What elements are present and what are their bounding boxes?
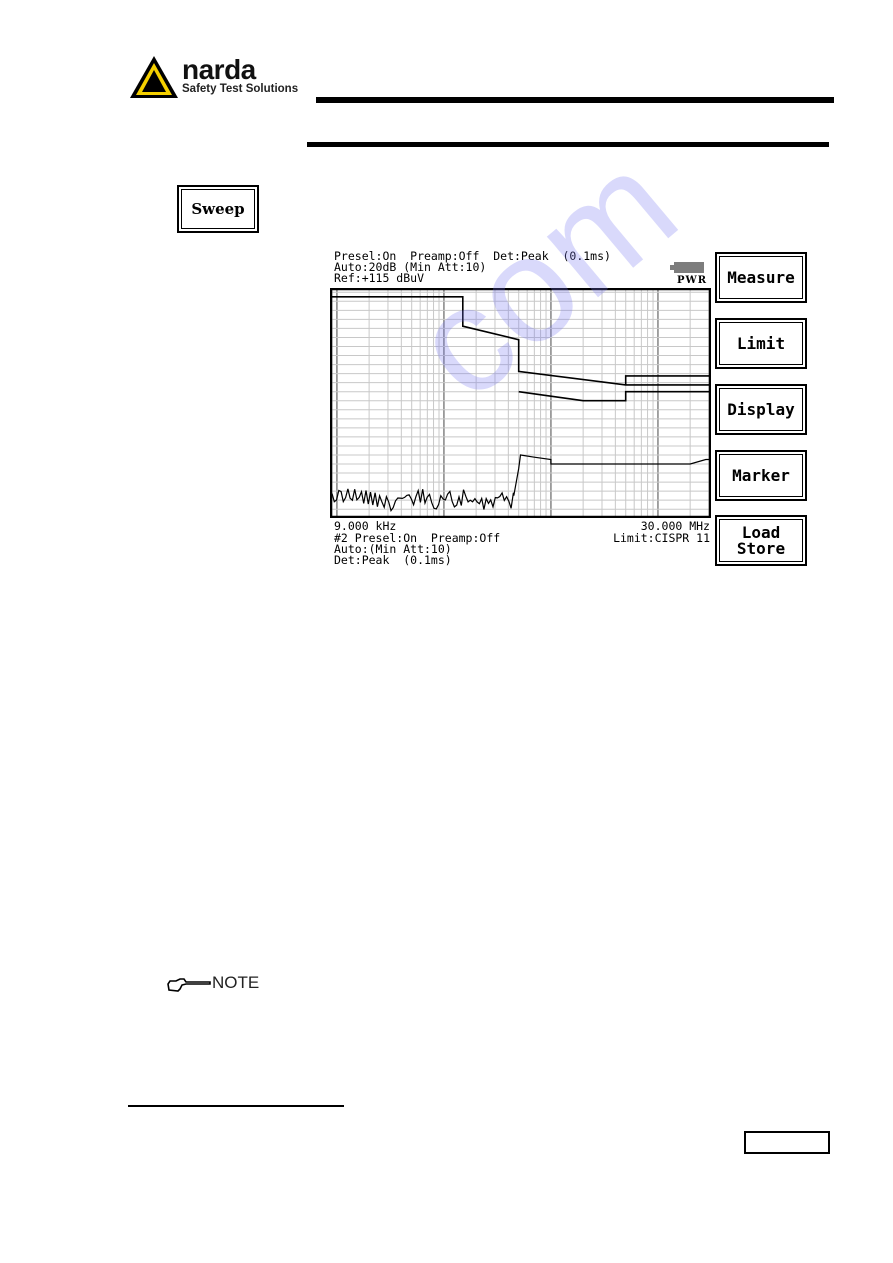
- series-measured-trace: [331, 454, 709, 512]
- measure-softkey[interactable]: Measure: [715, 252, 807, 303]
- brand-name: narda: [182, 54, 256, 85]
- section-rule: [307, 142, 829, 147]
- power-label: PWR: [677, 275, 708, 286]
- store-label: Store: [736, 538, 786, 558]
- series-limit-1-upper-step: [624, 375, 709, 385]
- load-store-softkey[interactable]: Load Store: [715, 515, 807, 566]
- limit-softkey[interactable]: Limit: [715, 318, 807, 369]
- header-reference-line: Ref:+115 dBuV: [334, 271, 425, 285]
- display-softkey[interactable]: Display: [715, 384, 807, 435]
- warning-triangle-icon: [130, 56, 178, 98]
- brand-tagline: Safety Test Solutions: [182, 83, 299, 95]
- header-rule: [316, 97, 834, 103]
- limit-name: Limit:CISPR 11: [613, 531, 710, 545]
- trace2-detector: Det:Peak (0.1ms): [334, 553, 452, 567]
- spectrum-plot: [330, 288, 711, 518]
- pointing-hand-icon: [167, 978, 211, 992]
- note-marker: NOTE: [166, 973, 276, 997]
- instrument-screen: Presel:On Preamp:Off Det:Peak (0.1ms) Au…: [330, 248, 810, 578]
- series-limit-2-lower-: [518, 390, 709, 402]
- footnote-rule: [128, 1105, 344, 1107]
- plot-grid: [331, 290, 710, 516]
- sweep-key[interactable]: Sweep: [177, 185, 259, 233]
- narda-logo: narda Safety Test Solutions: [128, 54, 318, 100]
- note-label: NOTE: [212, 973, 260, 992]
- battery-icon: [674, 262, 704, 273]
- marker-softkey[interactable]: Marker: [715, 450, 807, 501]
- page-number-box: [744, 1131, 830, 1154]
